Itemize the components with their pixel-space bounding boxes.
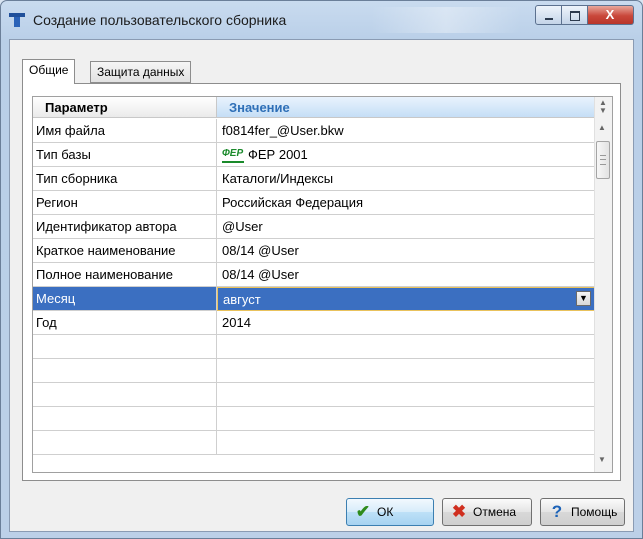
close-icon: X — [605, 7, 615, 22]
check-icon: ✔ — [355, 502, 371, 521]
author-id-value[interactable]: @User — [217, 215, 595, 239]
dialog-client-area: Общие Защита данных Параметр Значение Им… — [9, 39, 634, 532]
properties-grid: Параметр Значение Имя файла f0814fer_@Us… — [32, 96, 613, 473]
grid-row-empty — [33, 407, 595, 431]
scroll-up-icon[interactable]: ▲ — [598, 123, 606, 132]
chevron-down-icon[interactable]: ▼ — [576, 291, 591, 306]
month-select[interactable]: август ▼ — [217, 287, 595, 311]
empty-cell — [217, 335, 595, 359]
scroll-arrows-icon: ▲ ▼ — [599, 98, 607, 115]
grid-row-full-name[interactable]: Полное наименование 08/14 @User — [33, 263, 595, 287]
param-label: Год — [33, 311, 217, 335]
short-name-value[interactable]: 08/14 @User — [217, 239, 595, 263]
param-label: Тип базы — [33, 143, 217, 167]
param-label: Тип сборника — [33, 167, 217, 191]
value-text: f0814fer_@User.bkw — [222, 123, 344, 138]
question-icon: ? — [551, 502, 563, 521]
empty-cell — [33, 359, 217, 383]
cancel-button[interactable]: ✖ Отмена — [442, 498, 532, 526]
title-bar[interactable]: Создание пользовательского сборника X — [1, 1, 642, 39]
ok-button[interactable]: ✔ ОК — [346, 498, 434, 526]
column-header-param[interactable]: Параметр — [33, 97, 217, 118]
grid-row-collection-type[interactable]: Тип сборника Каталоги/Индексы — [33, 167, 595, 191]
grid-header: Параметр Значение — [33, 97, 595, 119]
maximize-icon — [570, 11, 580, 21]
value-text: 2014 — [222, 315, 251, 330]
grid-row-empty — [33, 359, 595, 383]
filename-value[interactable]: f0814fer_@User.bkw — [217, 119, 595, 143]
caption-buttons: X — [535, 5, 634, 27]
ok-label: ОК — [377, 505, 394, 519]
value-text: Российская Федерация — [222, 195, 364, 210]
fep-icon: ФЕР — [222, 147, 244, 163]
empty-cell — [33, 407, 217, 431]
empty-cell — [33, 335, 217, 359]
window-title: Создание пользовательского сборника — [33, 12, 287, 28]
tab-general[interactable]: Общие — [22, 59, 76, 84]
grid-rows: Имя файла f0814fer_@User.bkw Тип базы ФЕ… — [33, 119, 595, 455]
help-button[interactable]: ? Помощь — [540, 498, 625, 526]
empty-cell — [33, 431, 217, 455]
scroll-down-icon[interactable]: ▼ — [598, 455, 606, 464]
vertical-scrollbar[interactable]: ▲ ▼ ▲ ▼ — [594, 97, 612, 472]
title-decoration — [371, 7, 521, 33]
value-text: ФЕР 2001 — [248, 147, 308, 162]
grid-row-author-id[interactable]: Идентификатор автора @User — [33, 215, 595, 239]
column-header-value[interactable]: Значение — [217, 97, 595, 118]
help-label: Помощь — [571, 505, 618, 519]
cancel-label: Отмена — [473, 505, 517, 519]
grid-row-filename[interactable]: Имя файла f0814fer_@User.bkw — [33, 119, 595, 143]
value-text: 08/14 @User — [222, 267, 299, 282]
minimize-icon — [545, 18, 553, 20]
tab-data-protection[interactable]: Защита данных — [90, 61, 192, 83]
dialog-window: Создание пользовательского сборника X Об… — [0, 0, 643, 539]
grid-row-region[interactable]: Регион Российская Федерация — [33, 191, 595, 215]
empty-cell — [217, 359, 595, 383]
grid-row-empty — [33, 431, 595, 455]
param-label: Имя файла — [33, 119, 217, 143]
param-label: Идентификатор автора — [33, 215, 217, 239]
grid-row-empty — [33, 335, 595, 359]
year-value[interactable]: 2014 — [217, 311, 595, 335]
empty-cell — [217, 407, 595, 431]
region-value[interactable]: Российская Федерация — [217, 191, 595, 215]
grip-icon — [600, 155, 606, 165]
param-label: Регион — [33, 191, 217, 215]
param-label: Краткое наименование — [33, 239, 217, 263]
grid-row-year[interactable]: Год 2014 — [33, 311, 595, 335]
cancel-x-icon: ✖ — [451, 502, 467, 521]
base-type-value[interactable]: ФЕР ФЕР 2001 — [217, 143, 595, 167]
collection-type-value[interactable]: Каталоги/Индексы — [217, 167, 595, 191]
minimize-button[interactable] — [535, 5, 562, 25]
full-name-value[interactable]: 08/14 @User — [217, 263, 595, 287]
grid-row-base-type[interactable]: Тип базы ФЕР ФЕР 2001 — [33, 143, 595, 167]
scroll-thumb[interactable] — [596, 141, 610, 179]
param-label: Полное наименование — [33, 263, 217, 287]
empty-cell — [33, 383, 217, 407]
maximize-button[interactable] — [562, 5, 588, 25]
value-text: 08/14 @User — [222, 243, 299, 258]
close-button[interactable]: X — [588, 5, 634, 25]
grid-row-short-name[interactable]: Краткое наименование 08/14 @User — [33, 239, 595, 263]
empty-cell — [217, 431, 595, 455]
grid-row-month[interactable]: Месяц август ▼ — [33, 287, 595, 311]
value-text: август — [223, 291, 261, 307]
grid-row-empty — [33, 383, 595, 407]
app-icon — [9, 13, 25, 27]
param-label: Месяц — [33, 287, 217, 311]
empty-cell — [217, 383, 595, 407]
value-text: Каталоги/Индексы — [222, 171, 334, 186]
value-text: @User — [222, 219, 263, 234]
